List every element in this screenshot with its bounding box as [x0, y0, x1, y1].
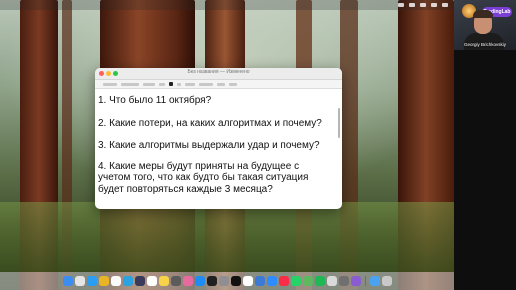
- dock-separator: [364, 276, 366, 286]
- calendar-icon[interactable]: [146, 276, 157, 286]
- status-icon[interactable]: [409, 3, 415, 7]
- spacing-select[interactable]: [217, 82, 225, 86]
- music-icon[interactable]: [278, 276, 289, 286]
- question-3: 3. Какие алгоритмы выдержали удар и поче…: [98, 140, 320, 152]
- app2-icon[interactable]: [350, 276, 361, 286]
- safari-icon[interactable]: [86, 276, 97, 286]
- preview-icon[interactable]: [338, 276, 349, 286]
- desktop: Без названия — Изменено 1. Что было 11 о…: [0, 0, 454, 290]
- status-icon[interactable]: [442, 3, 448, 7]
- question-2: 2. Какие потери, на каких алгоритмах и п…: [98, 117, 322, 129]
- finder-icon[interactable]: [62, 276, 73, 286]
- photos-icon[interactable]: [182, 276, 193, 286]
- scrollbar[interactable]: [338, 108, 340, 138]
- participant-name: Georgiy Brichkovskiy: [463, 42, 506, 47]
- participant-video[interactable]: TradingLab Georgiy Brichkovskiy: [454, 0, 516, 50]
- status-icon[interactable]: [420, 3, 426, 7]
- font-size-select[interactable]: [159, 82, 165, 86]
- paragraph-style-select[interactable]: [103, 82, 117, 86]
- menu-bar: [0, 0, 454, 10]
- alignment-buttons[interactable]: [199, 82, 213, 86]
- textedit-icon[interactable]: [326, 276, 337, 286]
- format-toolbar: [95, 80, 342, 89]
- status-icon[interactable]: [398, 3, 404, 7]
- vpn-icon[interactable]: [254, 276, 265, 286]
- app-icon[interactable]: [170, 276, 181, 286]
- whatsapp-icon[interactable]: [290, 276, 301, 286]
- trash-icon[interactable]: [381, 276, 392, 286]
- chrome-icon[interactable]: [98, 276, 109, 286]
- status-icon[interactable]: [431, 3, 437, 7]
- yandex-icon[interactable]: [110, 276, 121, 286]
- font-family-select[interactable]: [121, 82, 139, 86]
- downloads-icon[interactable]: [369, 276, 380, 286]
- telegram-icon[interactable]: [122, 276, 133, 286]
- stocks-icon[interactable]: [206, 276, 217, 286]
- zoom-icon[interactable]: [266, 276, 277, 286]
- reminders-icon[interactable]: [242, 276, 253, 286]
- question-4: 4. Какие меры будут приняты на будущее с…: [98, 160, 309, 195]
- window-title: Без названия — Изменено: [187, 69, 250, 75]
- font-style-select[interactable]: [143, 82, 155, 86]
- bold-italic-buttons[interactable]: [185, 82, 195, 86]
- document-body[interactable]: 1. Что было 11 октября? 2. Какие потери,…: [95, 89, 342, 196]
- highlight-color-swatch[interactable]: [177, 82, 181, 86]
- launchpad-icon[interactable]: [74, 276, 85, 286]
- notes-icon[interactable]: [158, 276, 169, 286]
- maps-icon[interactable]: [302, 276, 313, 286]
- terminal-icon[interactable]: [230, 276, 241, 286]
- video-panel: TradingLab Georgiy Brichkovskiy: [454, 0, 516, 290]
- window-titlebar[interactable]: Без названия — Изменено: [95, 68, 342, 80]
- appstore-icon[interactable]: [194, 276, 205, 286]
- shield-icon[interactable]: [134, 276, 145, 286]
- person-hair: [473, 10, 493, 18]
- spotify-icon[interactable]: [314, 276, 325, 286]
- dock: [0, 272, 454, 290]
- question-1: 1. Что было 11 октября?: [98, 95, 212, 106]
- settings-icon[interactable]: [218, 276, 229, 286]
- forest-ground: [0, 202, 454, 272]
- textedit-window: Без названия — Изменено 1. Что было 11 о…: [95, 68, 342, 209]
- text-color-swatch[interactable]: [169, 82, 173, 86]
- list-select[interactable]: [229, 82, 237, 86]
